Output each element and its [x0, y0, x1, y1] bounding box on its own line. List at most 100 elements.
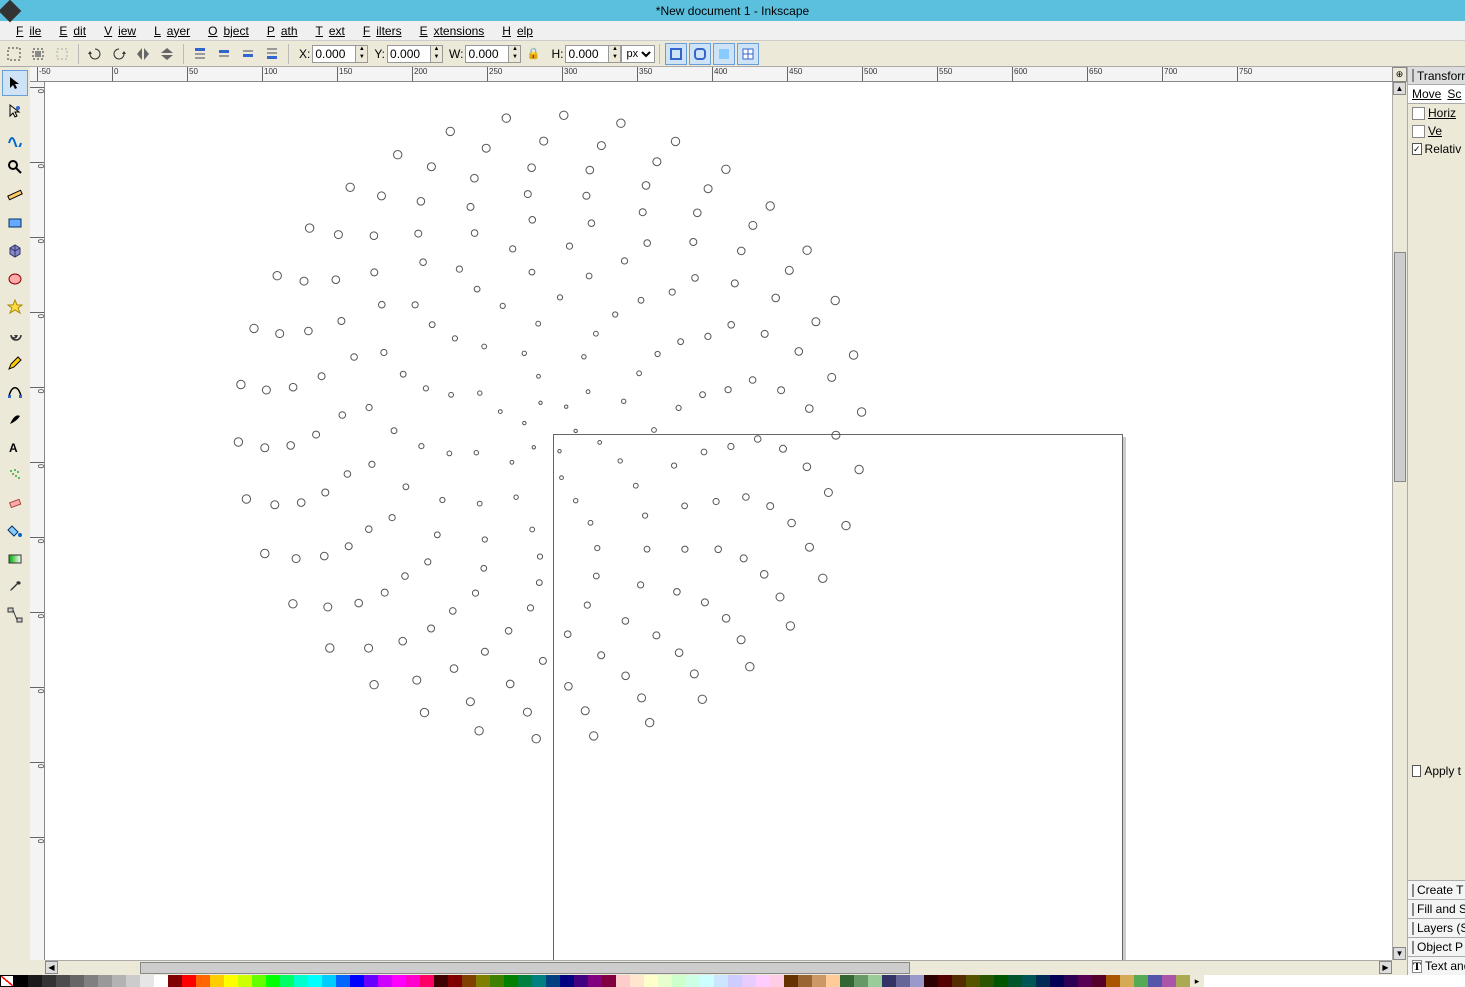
affect-corners-icon[interactable]: [689, 43, 711, 65]
spray-dot[interactable]: [427, 163, 435, 171]
spray-dot[interactable]: [332, 276, 340, 284]
spray-dot[interactable]: [529, 269, 535, 275]
spray-dot[interactable]: [598, 441, 602, 445]
menu-help[interactable]: Help: [490, 22, 539, 40]
spray-dot[interactable]: [590, 732, 598, 740]
spray-dot[interactable]: [318, 373, 325, 380]
spray-dot[interactable]: [324, 603, 332, 611]
spray-dot[interactable]: [276, 330, 284, 338]
swatch[interactable]: [112, 975, 126, 987]
spray-dot[interactable]: [429, 322, 435, 328]
tweak-tool-icon[interactable]: [2, 126, 28, 152]
spray-dot[interactable]: [412, 302, 418, 308]
spray-dot[interactable]: [529, 217, 536, 224]
spray-dot[interactable]: [381, 589, 388, 596]
spray-dot[interactable]: [557, 295, 562, 300]
swatch[interactable]: [560, 975, 574, 987]
spray-dot[interactable]: [402, 573, 409, 580]
tab-move[interactable]: Move: [1412, 87, 1441, 101]
spray-dot[interactable]: [564, 631, 571, 638]
spray-dot[interactable]: [558, 450, 561, 453]
swatch[interactable]: [350, 975, 364, 987]
connector-tool-icon[interactable]: [2, 602, 28, 628]
spray-dot[interactable]: [381, 349, 387, 355]
spray-dot[interactable]: [514, 495, 518, 499]
spray-dot[interactable]: [505, 628, 512, 635]
spray-dot[interactable]: [682, 546, 688, 552]
spray-dot[interactable]: [832, 431, 840, 439]
select-all-layers-icon[interactable]: [3, 43, 25, 65]
spray-dot[interactable]: [598, 652, 605, 659]
swatch[interactable]: [812, 975, 826, 987]
spray-dot[interactable]: [812, 318, 820, 326]
y-spinner[interactable]: ▲▼: [431, 45, 443, 63]
checkbox-relative[interactable]: ✓: [1412, 143, 1422, 155]
swatch[interactable]: [966, 975, 980, 987]
spray-dot[interactable]: [379, 301, 386, 308]
ellipse-tool-icon[interactable]: [2, 266, 28, 292]
shortcut-layers[interactable]: Layers (S: [1408, 918, 1465, 937]
spray-dot[interactable]: [700, 392, 706, 398]
menu-text[interactable]: Text: [304, 22, 351, 40]
spray-dot[interactable]: [767, 503, 774, 510]
spray-dot[interactable]: [440, 497, 445, 502]
spray-dot[interactable]: [537, 554, 542, 559]
swatch[interactable]: [1050, 975, 1064, 987]
swatch[interactable]: [280, 975, 294, 987]
spray-dot[interactable]: [639, 209, 646, 216]
swatch[interactable]: [518, 975, 532, 987]
swatch[interactable]: [742, 975, 756, 987]
spray-dot[interactable]: [622, 399, 626, 403]
spray-dot[interactable]: [338, 318, 345, 325]
swatch[interactable]: [1008, 975, 1022, 987]
swatch[interactable]: [588, 975, 602, 987]
spray-dot[interactable]: [574, 429, 577, 432]
swatch[interactable]: [532, 975, 546, 987]
spray-dot[interactable]: [705, 333, 711, 339]
spray-dot[interactable]: [785, 266, 793, 274]
node-tool-icon[interactable]: [2, 98, 28, 124]
spray-dot[interactable]: [351, 354, 358, 361]
swatch[interactable]: [504, 975, 518, 987]
swatch[interactable]: [980, 975, 994, 987]
spray-dot[interactable]: [761, 330, 768, 337]
spray-dot[interactable]: [250, 324, 258, 332]
spray-dot[interactable]: [355, 599, 363, 607]
spray-dot[interactable]: [471, 230, 478, 237]
rectangle-tool-icon[interactable]: [2, 210, 28, 236]
box3d-tool-icon[interactable]: [2, 238, 28, 264]
spray-dot[interactable]: [389, 515, 395, 521]
spray-dot[interactable]: [676, 405, 681, 410]
spray-dot[interactable]: [653, 632, 660, 639]
h-input[interactable]: [565, 45, 609, 63]
swatch[interactable]: [882, 975, 896, 987]
spray-dot[interactable]: [746, 663, 754, 671]
spray-dot[interactable]: [566, 243, 572, 249]
swatch[interactable]: [1134, 975, 1148, 987]
spray-dot[interactable]: [378, 192, 386, 200]
spray-dot[interactable]: [532, 735, 540, 743]
spray-dot[interactable]: [780, 445, 787, 452]
spray-dot[interactable]: [321, 552, 329, 560]
spray-dot[interactable]: [743, 494, 750, 501]
swatch[interactable]: [196, 975, 210, 987]
shortcut-text-font[interactable]: TText and: [1408, 956, 1465, 975]
spray-dot[interactable]: [583, 192, 590, 199]
spray-dot[interactable]: [391, 428, 397, 434]
spray-dot[interactable]: [237, 380, 245, 388]
spray-dot[interactable]: [586, 390, 590, 394]
spray-dot[interactable]: [740, 555, 747, 562]
swatch[interactable]: [910, 975, 924, 987]
swatch[interactable]: [770, 975, 784, 987]
spray-dot[interactable]: [586, 273, 592, 279]
spray-dot[interactable]: [417, 198, 425, 206]
swatch[interactable]: [126, 975, 140, 987]
spray-dot[interactable]: [474, 286, 480, 292]
spray-dot[interactable]: [366, 404, 372, 410]
spray-dot[interactable]: [500, 303, 505, 308]
spray-dot[interactable]: [300, 277, 308, 285]
spray-dot[interactable]: [370, 232, 378, 240]
spray-dot[interactable]: [261, 444, 269, 452]
spray-dot[interactable]: [728, 322, 735, 329]
swatch[interactable]: [434, 975, 448, 987]
